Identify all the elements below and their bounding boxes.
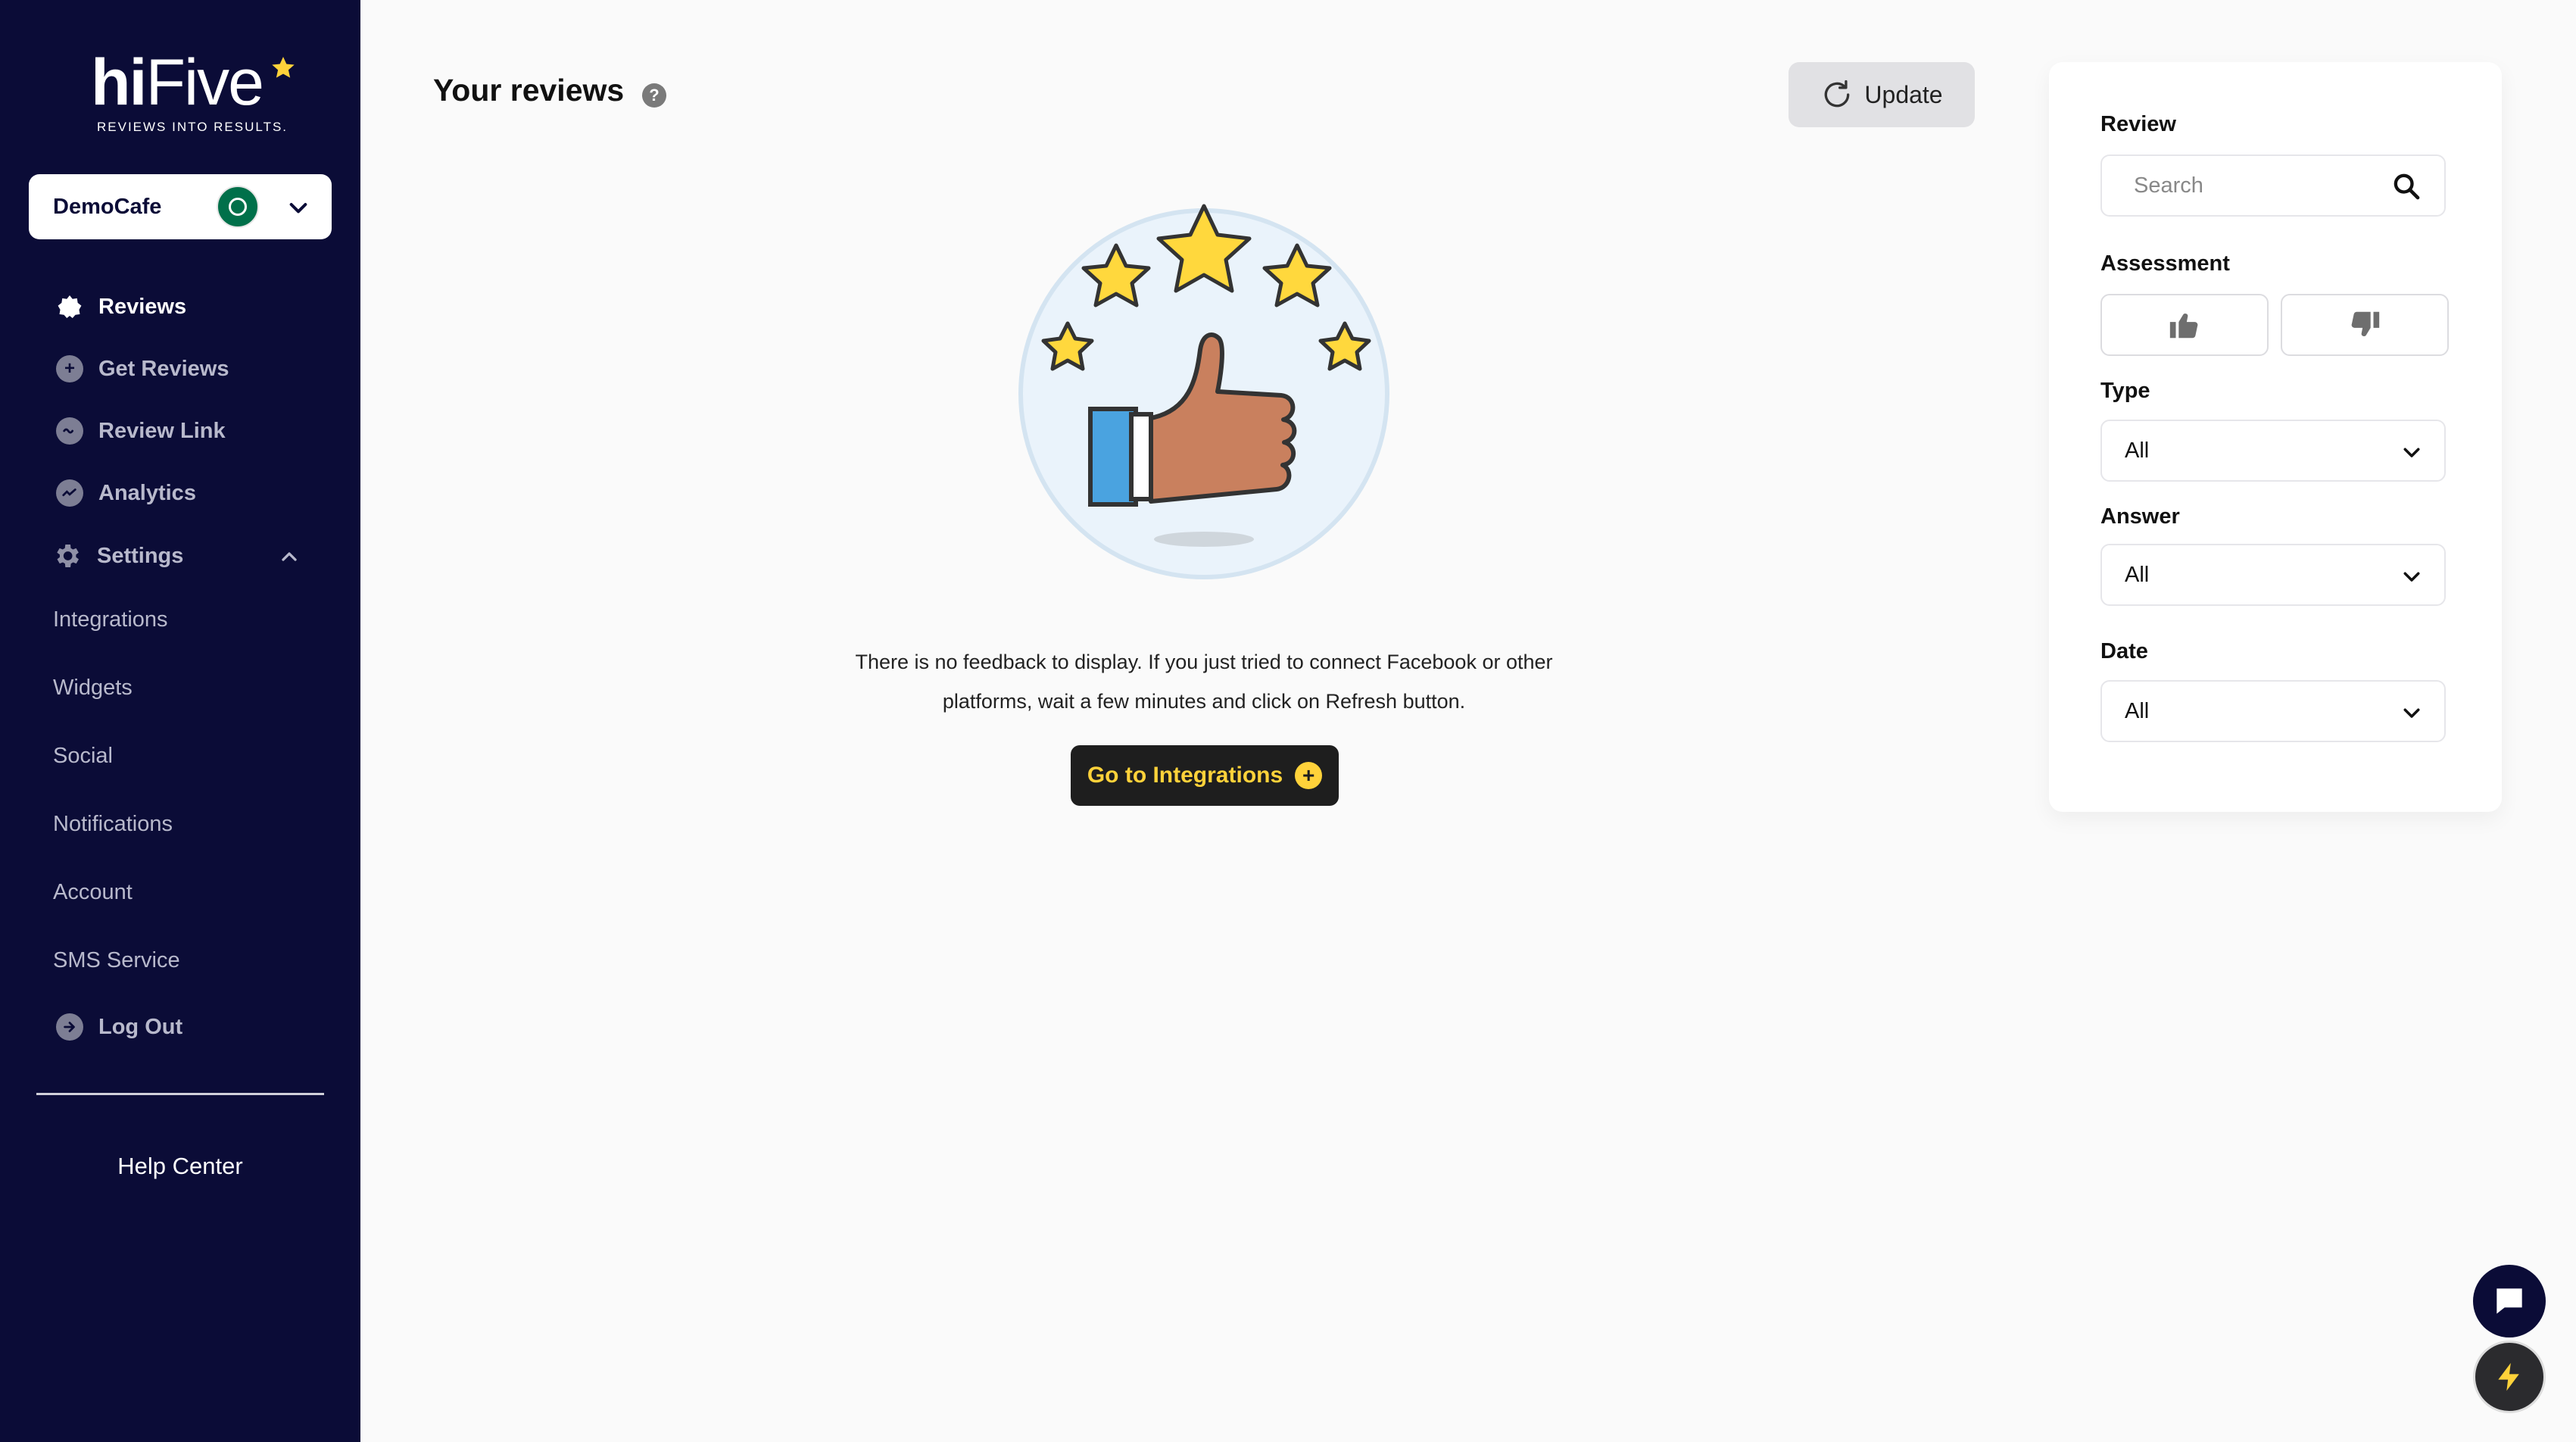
logout-label: Log Out [98,1014,183,1039]
chat-icon [56,417,83,445]
help-icon[interactable]: ? [642,83,666,108]
lightning-bolt-icon [2498,1362,2519,1391]
go-to-integrations-button[interactable]: Go to Integrations + [1071,745,1339,806]
thumbs-down-filter-button[interactable] [2281,294,2449,356]
help-center-link[interactable]: Help Center [0,1153,360,1180]
gear-icon [57,545,79,567]
sidebar-item-analytics[interactable]: Analytics [56,474,196,512]
sidebar-item-reviews[interactable]: Reviews [56,288,186,326]
chat-widget-button[interactable] [2473,1265,2546,1337]
sidebar-item-label: Analytics [98,480,196,505]
sidebar-subitem-notifications[interactable]: Notifications [53,812,173,837]
search-input[interactable]: Search [2100,154,2446,217]
answer-select[interactable]: All [2100,544,2446,606]
quick-actions-button[interactable] [2473,1341,2546,1413]
sidebar-subitem-social[interactable]: Social [53,744,113,769]
plus-circle-icon: + [56,355,83,382]
logo-tagline: REVIEWS INTO RESULTS. [97,120,288,134]
sidebar-item-review-link[interactable]: Review Link [56,412,226,450]
cta-label: Go to Integrations [1087,763,1283,788]
sidebar-subitem-account[interactable]: Account [53,880,133,905]
type-filter-label: Type [2100,379,2150,403]
logout-button[interactable]: Log Out [56,1008,182,1046]
thumbs-down-icon [2351,311,2380,336]
sidebar-item-label: Get Reviews [98,356,229,381]
logo-star-icon [272,57,295,78]
type-value: All [2125,439,2150,463]
sidebar-subitem-integrations[interactable]: Integrations [53,607,168,632]
update-label: Update [1864,80,1943,108]
empty-state-message: There is no feedback to display. If you … [833,642,1575,721]
empty-state-line-1: There is no feedback to display. If you … [855,651,1553,673]
date-filter-label: Date [2100,639,2148,663]
sidebar-item-label: Review Link [98,418,226,443]
sidebar-divider [36,1093,324,1095]
hifive-logo[interactable]: hiFive REVIEWS INTO RESULTS. [89,46,295,141]
sidebar-subitem-sms-service[interactable]: SMS Service [53,948,180,973]
sidebar: hiFive REVIEWS INTO RESULTS. DemoCafe Re… [0,0,360,1442]
thumbs-up-filter-button[interactable] [2100,294,2269,356]
sidebar-item-label: Reviews [98,294,187,319]
assessment-label: Assessment [2100,251,2230,276]
account-avatar [217,186,259,228]
chevron-up-icon[interactable] [276,545,303,569]
sidebar-item-get-reviews[interactable]: + Get Reviews [56,350,229,388]
account-selector[interactable]: DemoCafe [29,174,332,239]
empty-state-line-2: platforms, wait a few minutes and click … [942,690,1466,713]
date-select[interactable]: All [2100,680,2446,742]
type-select[interactable]: All [2100,420,2446,482]
chevron-down-icon [2403,708,2420,718]
chevron-down-icon [2403,572,2420,582]
filter-panel: Review Search Assessment Type All Answer… [2049,62,2502,812]
sidebar-item-label: Settings [97,543,184,568]
sidebar-item-settings[interactable]: Settings [51,537,183,575]
account-name: DemoCafe [53,195,162,219]
update-button[interactable]: Update [1789,62,1975,127]
review-filter-label: Review [2100,112,2176,136]
logout-icon [56,1013,83,1041]
thumbs-up-stars-illustration [1018,204,1389,579]
page-title: Your reviews [433,73,625,108]
search-icon[interactable] [2391,171,2422,201]
star-badge-icon [56,293,83,320]
chevron-down-icon [2403,448,2420,457]
search-placeholder: Search [2134,173,2203,198]
answer-filter-label: Answer [2100,504,2180,529]
answer-value: All [2125,563,2150,587]
chat-bubble-icon [2496,1288,2522,1314]
chart-icon [56,479,83,507]
refresh-icon [1825,80,1850,108]
sidebar-subitem-widgets[interactable]: Widgets [53,676,133,701]
logo-wordmark: hiFive [91,46,264,119]
date-value: All [2125,699,2150,723]
chevron-down-icon [289,203,307,214]
thumbs-up-icon [2169,314,2198,339]
plus-icon: + [1295,762,1323,789]
